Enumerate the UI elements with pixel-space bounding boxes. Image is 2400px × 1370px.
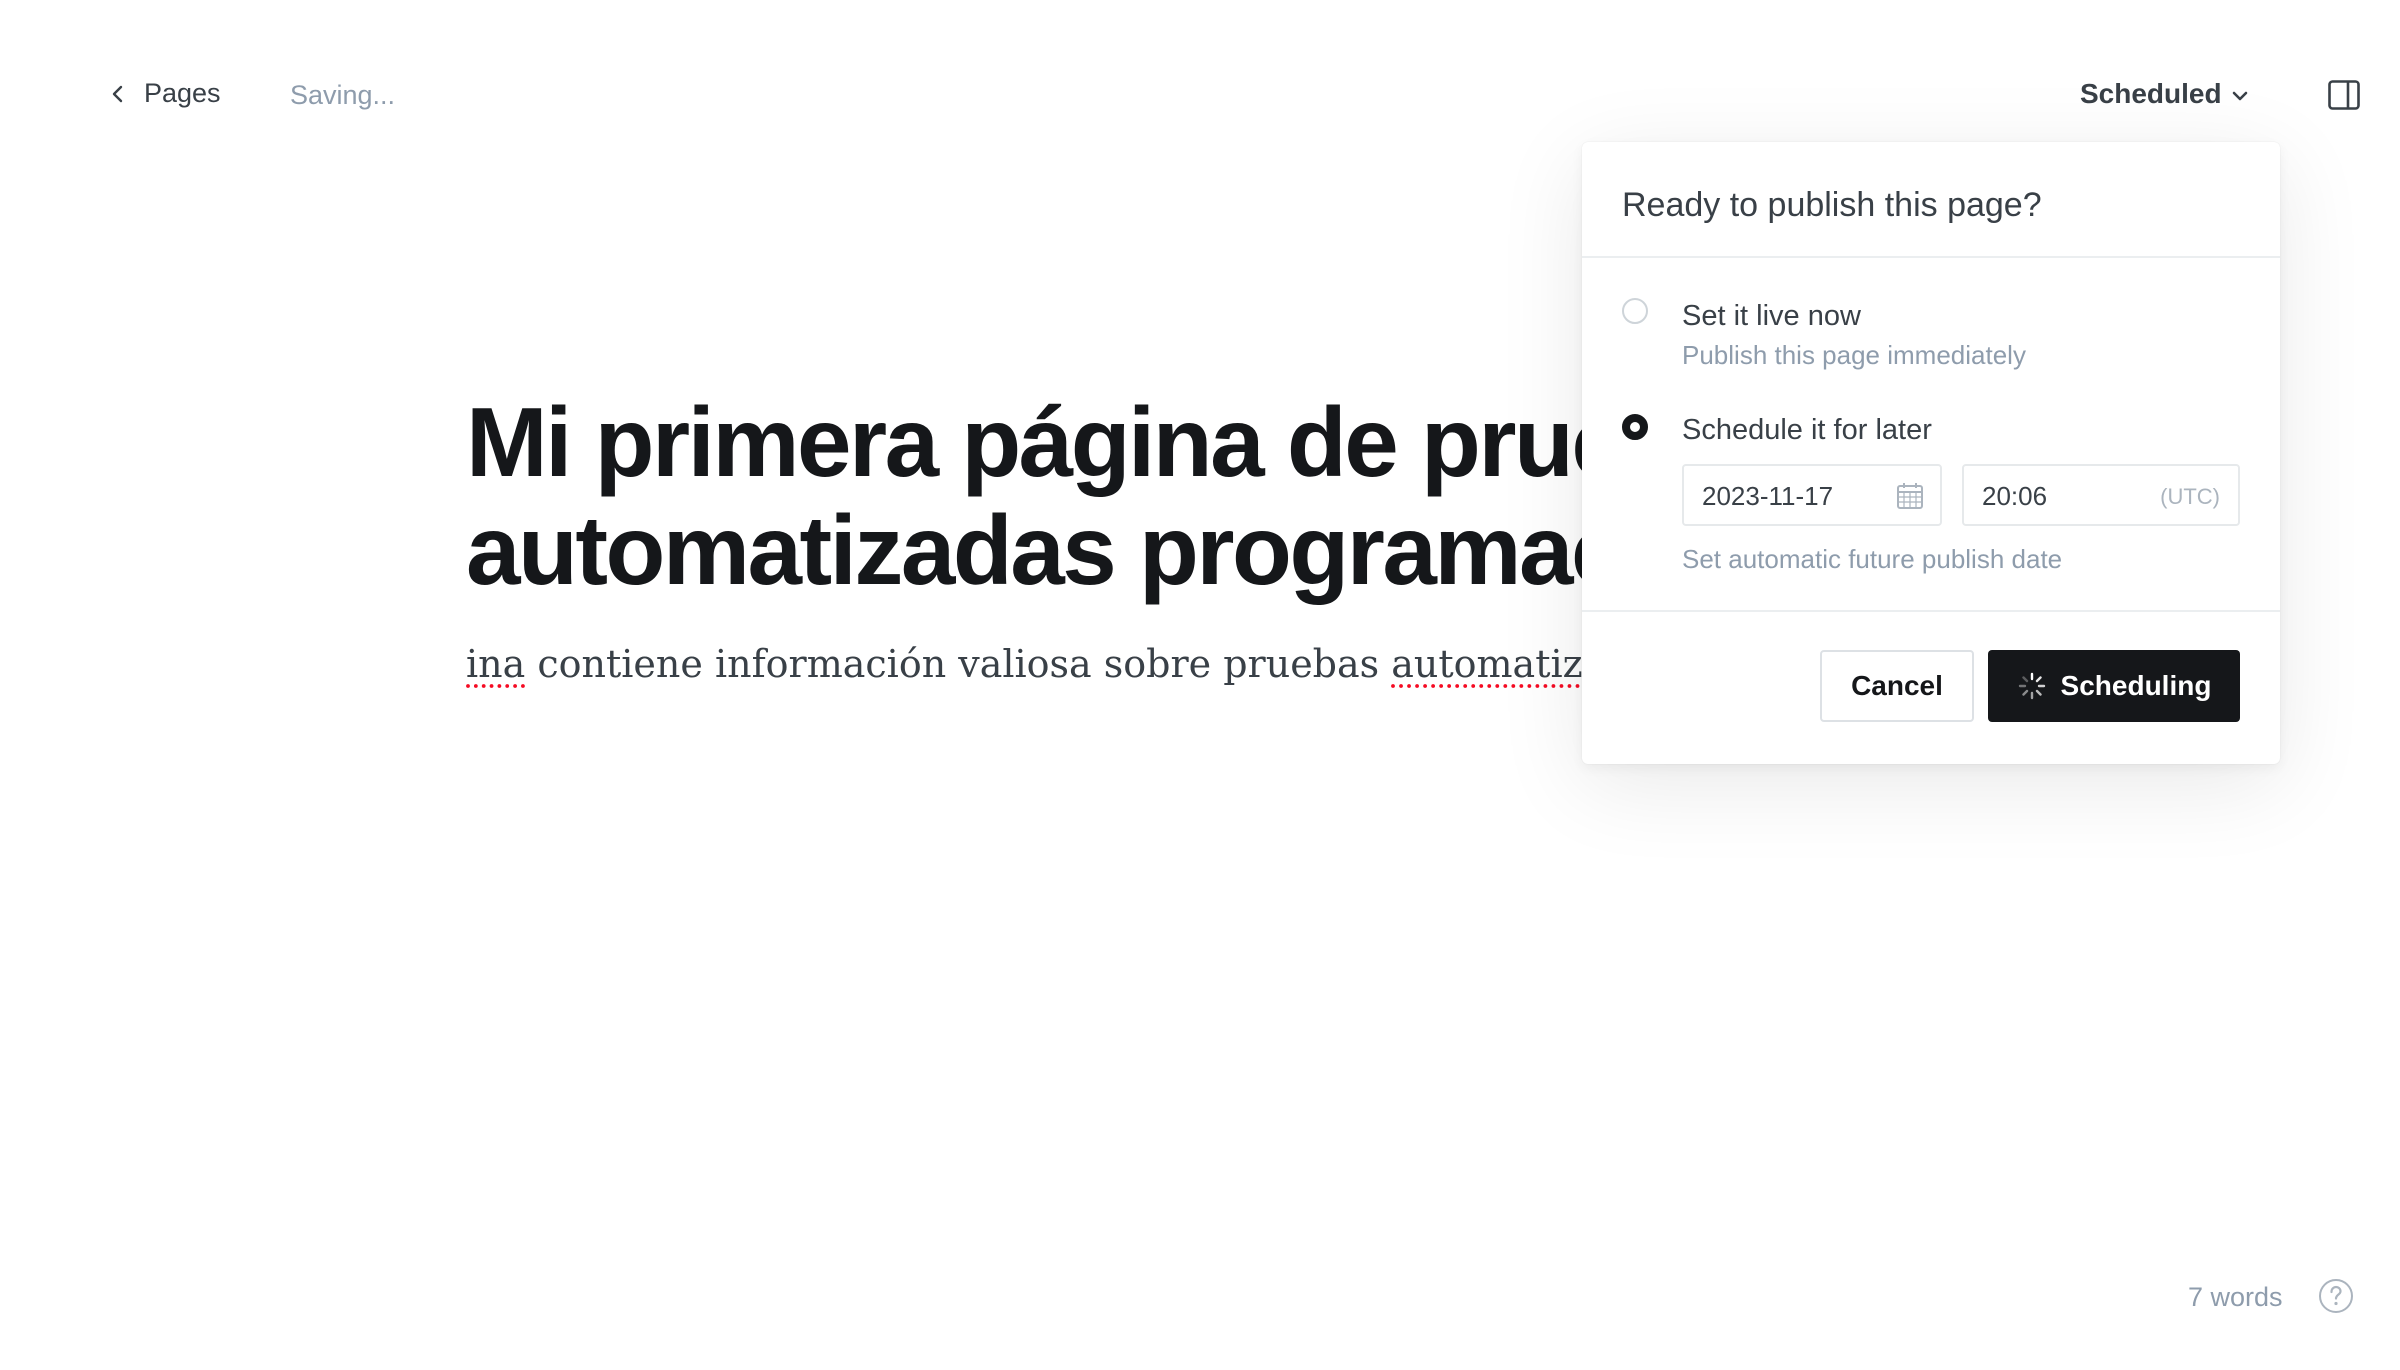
misspelled-word: ina (466, 642, 526, 686)
option-label-live-now: Set it live now (1682, 300, 1861, 332)
option-hint-schedule-later: Set automatic future publish date (1682, 544, 2063, 574)
publish-time-value: 20:06 (1982, 481, 2048, 511)
spinner-icon (2018, 672, 2045, 700)
chevron-left-icon (112, 85, 123, 102)
back-to-pages-link[interactable]: Pages (108, 78, 221, 109)
divider (1582, 610, 2280, 612)
radio-set-live-now[interactable] (1622, 298, 1648, 324)
publish-popover: Ready to publish this page? Set it live … (1582, 142, 2280, 764)
divider (1582, 256, 2280, 258)
publish-date-input[interactable]: 2023-11-17 (1682, 464, 1942, 526)
cancel-button[interactable]: Cancel (1820, 650, 1974, 722)
word-count: 7 words (2188, 1282, 2283, 1312)
calendar-icon[interactable] (1896, 482, 1924, 510)
option-hint-live-now: Publish this page immediately (1682, 340, 2026, 370)
chevron-down-icon (2232, 91, 2247, 101)
sidebar-toggle-icon[interactable] (2328, 80, 2360, 110)
post-body[interactable]: ina contiene información valiosa sobre p… (466, 642, 1652, 686)
post-status-label: Scheduled (2080, 78, 2222, 109)
schedule-button-label: Scheduling (2060, 670, 2212, 701)
back-link-label: Pages (144, 78, 221, 108)
post-status-dropdown[interactable]: Scheduled (2080, 78, 2250, 110)
popover-title: Ready to publish this page? (1622, 186, 2042, 224)
schedule-button[interactable]: Scheduling (1988, 650, 2240, 722)
radio-schedule-later[interactable] (1622, 414, 1648, 440)
timezone-label: (UTC) (2160, 484, 2220, 509)
publish-date-value: 2023-11-17 (1702, 481, 1834, 511)
option-label-schedule-later: Schedule it for later (1682, 414, 1932, 446)
publish-time-input[interactable]: 20:06 (UTC) (1962, 464, 2240, 526)
editor-page: Pages Saving... Scheduled Mi primera pág… (0, 0, 2400, 1370)
help-icon[interactable] (2318, 1278, 2354, 1314)
save-status: Saving... (290, 80, 396, 110)
body-text: contiene información valiosa sobre prueb… (525, 642, 1392, 686)
